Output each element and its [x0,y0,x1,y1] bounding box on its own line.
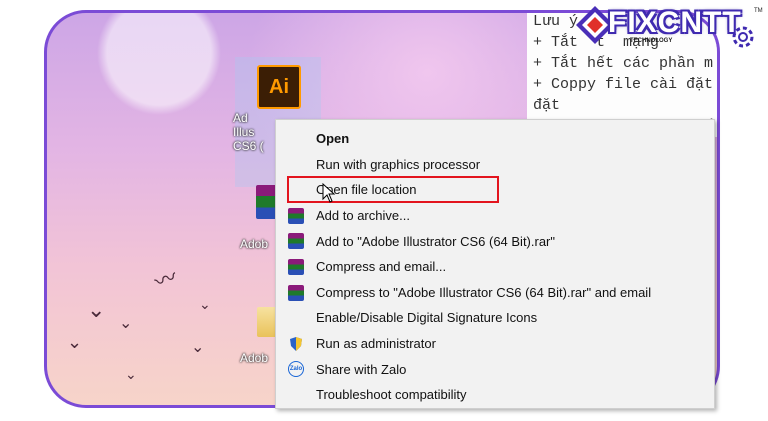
bird-icon: ⌄ [87,297,106,322]
menu-item-label: Enable/Disable Digital Signature Icons [316,310,538,326]
menu-item-label: Troubleshoot compatibility [316,387,467,403]
fixcntt-logo: FIXCNTT TECHNOLOGY TM [570,0,768,58]
menu-item-add-to-archive[interactable]: Add to archive... [276,203,714,229]
ai-icon-text: Ai [269,75,289,98]
menu-item-label: Compress and email... [316,259,447,275]
menu-item-add-to-rar[interactable]: Add to "Adobe Illustrator CS6 (64 Bit).r… [276,228,714,254]
bird-icon: ⌄ [119,315,133,332]
illustrator-icon-label[interactable]: Ad Illus CS6 ( [233,111,273,153]
gear-icon [732,26,754,48]
mouse-cursor-icon [322,183,336,203]
menu-item-open[interactable]: Open [276,126,714,152]
menu-item-label: Open [316,131,350,147]
menu-item-run-as-administrator[interactable]: Run as administrator [276,331,714,357]
menu-item-label: Run with graphics processor [316,156,481,172]
zalo-icon: Zalo [288,361,304,378]
menu-item-share-with-zalo[interactable]: Zalo Share with Zalo [276,356,714,382]
winrar-icon [288,207,304,224]
winrar-icon-label[interactable]: Adob [240,237,268,251]
bird-icon: 〰 [151,264,181,296]
menu-item-label: Add to "Adobe Illustrator CS6 (64 Bit).r… [316,233,556,249]
bird-icon: ⌄ [191,339,205,356]
menu-item-compress-to-rar-and-email[interactable]: Compress to "Adobe Illustrator CS6 (64 B… [276,280,714,306]
menu-item-digital-signature-icons[interactable]: Enable/Disable Digital Signature Icons [276,305,714,331]
bird-icon: ⌄ [125,366,137,382]
menu-item-label: Share with Zalo [316,361,407,377]
menu-item-compress-and-email[interactable]: Compress and email... [276,254,714,280]
winrar-icon [288,284,304,301]
bird-icon: ⌄ [67,332,83,352]
illustrator-app-icon[interactable]: Ai [257,65,301,109]
uac-shield-icon [288,336,304,352]
menu-item-troubleshoot-compatibility[interactable]: Troubleshoot compatibility [276,382,714,408]
context-menu: Open Run with graphics processor Open fi… [275,119,715,409]
menu-item-label: Add to archive... [316,208,410,224]
logo-tagline: TECHNOLOGY [630,38,673,44]
bird-icon: ⌄ [199,296,211,312]
winrar-icon [288,233,304,250]
red-highlight-box [287,176,499,203]
menu-item-run-with-graphics-processor[interactable]: Run with graphics processor [276,152,714,178]
logo-name: FIXCNTT [608,6,742,39]
logo-trademark: TM [754,8,763,14]
folder-icon-label[interactable]: Adob [240,351,268,365]
menu-item-label: Compress to "Adobe Illustrator CS6 (64 B… [316,284,652,300]
menu-item-label: Run as administrator [316,336,436,352]
winrar-icon [288,258,304,275]
